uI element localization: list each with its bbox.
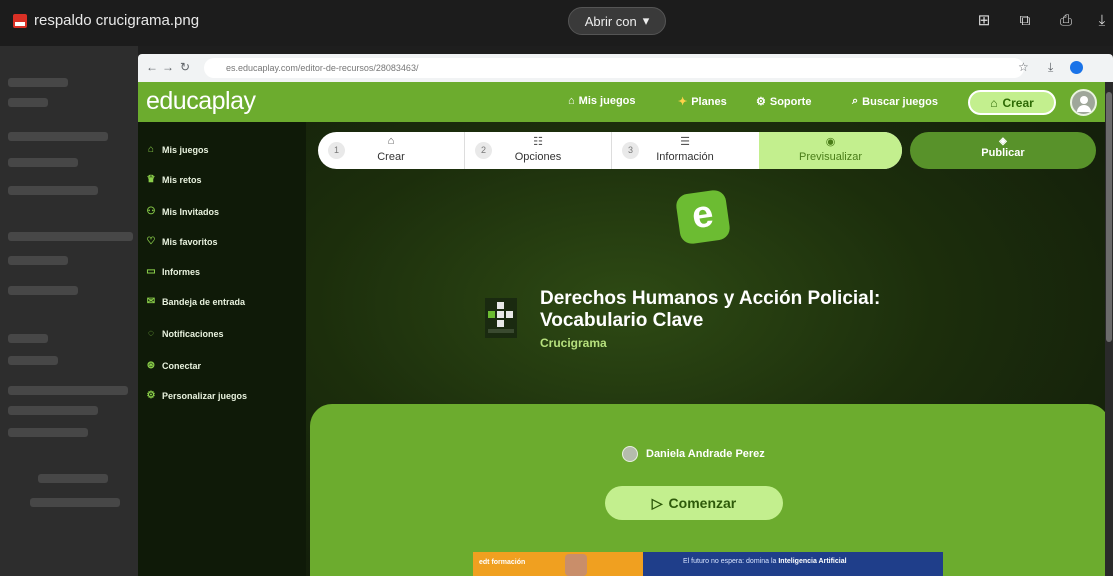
- ad-banner[interactable]: edt formación El futuro no espera: domin…: [473, 552, 943, 576]
- file-name: respaldo crucigrama.png: [34, 12, 200, 29]
- blurred-background-panel: [0, 46, 138, 576]
- back-icon[interactable]: ←: [146, 60, 158, 74]
- bell-icon: ◌: [148, 328, 154, 339]
- editor-content: ⌂ Mis juegos ♛ Mis retos ⚇ Mis Invitados…: [138, 122, 1113, 576]
- nav-label: Planes: [691, 95, 727, 108]
- heart-icon: ♡: [146, 236, 156, 247]
- step-label: Crear: [377, 151, 405, 163]
- url-input[interactable]: es.educaplay.com/editor-de-recursos/2808…: [204, 58, 1024, 78]
- author-avatar: [622, 446, 638, 462]
- step-label: Información: [656, 151, 714, 163]
- comenzar-label: Comenzar: [668, 495, 737, 511]
- sidebar-item-conectar[interactable]: ⊛ Conectar: [146, 360, 201, 371]
- step-previsualizar[interactable]: ◉ Previsualizar: [759, 132, 902, 169]
- profile-icon[interactable]: [1070, 61, 1083, 74]
- educaplay-logo[interactable]: educaplay: [146, 87, 256, 116]
- crear-button[interactable]: ⌂ Crear: [968, 90, 1056, 115]
- image-file-icon: [13, 14, 27, 28]
- address-bar: ← → ↻ es.educaplay.com/editor-de-recurso…: [138, 54, 1113, 82]
- search-icon: ⌕: [852, 95, 859, 107]
- print-icon[interactable]: ⎙: [1057, 12, 1075, 30]
- author: Daniela Andrade Perez: [622, 446, 765, 462]
- crossword-icon: [485, 298, 517, 338]
- settings-icon: ⚙: [146, 390, 156, 401]
- gamepad-icon: ⌂: [387, 135, 395, 147]
- help-icon: ⚙: [756, 96, 766, 108]
- info-list-icon: ☰: [680, 136, 690, 148]
- publish-icon: ◈: [999, 136, 1007, 147]
- editor-steps: 1 ⌂ Crear 2 ☷ Opciones 3 ☰ Información ◉…: [318, 132, 902, 169]
- ad-brand: edt formación: [479, 559, 526, 566]
- sidebar-item-mis-invitados[interactable]: ⚇ Mis Invitados: [146, 206, 220, 217]
- author-name[interactable]: Daniela Andrade Perez: [646, 448, 765, 460]
- star-icon: ✦: [678, 96, 688, 108]
- report-icon: ▭: [146, 266, 156, 277]
- reload-icon[interactable]: ↻: [180, 60, 190, 74]
- trophy-icon: ♛: [146, 174, 156, 185]
- open-with-label: Abrir con: [584, 13, 637, 29]
- comenzar-button[interactable]: ▷ Comenzar: [605, 486, 783, 520]
- game-type: Crucigrama: [540, 336, 607, 350]
- sidebar-item-label: Mis favoritos: [162, 236, 218, 247]
- step-label: Opciones: [514, 151, 562, 163]
- educaplay-e-logo: e: [674, 188, 732, 246]
- sidebar-item-label: Personalizar juegos: [162, 390, 248, 401]
- step-opciones[interactable]: 2 ☷ Opciones: [465, 132, 611, 169]
- nav-label: Buscar juegos: [862, 95, 938, 108]
- forward-icon[interactable]: →: [162, 60, 174, 74]
- scrollbar[interactable]: [1105, 82, 1113, 576]
- nav-mis-juegos[interactable]: ⌂ Mis juegos: [568, 95, 636, 107]
- inbox-icon: ✉: [146, 296, 156, 307]
- open-in-new-icon[interactable]: ⧉: [1016, 12, 1034, 30]
- crear-label: Crear: [1002, 95, 1034, 110]
- eye-icon: ◉: [825, 136, 836, 148]
- options-icon: ☷: [533, 136, 543, 148]
- user-avatar[interactable]: [1070, 89, 1097, 116]
- sidebar-item-mis-retos[interactable]: ♛ Mis retos: [146, 174, 202, 185]
- bookmark-star-icon[interactable]: ☆: [1018, 60, 1029, 74]
- users-icon: ⚇: [146, 206, 156, 217]
- nav-soporte[interactable]: ⚙ Soporte: [756, 95, 812, 109]
- play-icon: ▷: [651, 494, 663, 511]
- step-label: Previsualizar: [799, 151, 862, 163]
- sidebar-item-personalizar[interactable]: ⚙ Personalizar juegos: [146, 390, 248, 401]
- download-icon[interactable]: ⤓: [1048, 60, 1053, 75]
- sidebar-item-notificaciones[interactable]: ◌ Notificaciones: [146, 328, 224, 339]
- ad-image: [565, 554, 587, 576]
- game-title: Derechos Humanos y Acción Policial: Voca…: [540, 288, 881, 331]
- gamepad-icon: ⌂: [147, 144, 155, 155]
- step-crear[interactable]: 1 ⌂ Crear: [318, 132, 464, 169]
- sidebar-item-label: Mis juegos: [162, 144, 209, 155]
- open-with-button[interactable]: Abrir con ▾: [568, 7, 666, 35]
- ad-text: El futuro no espera: domina la Inteligen…: [683, 558, 847, 565]
- sidebar-item-informes[interactable]: ▭ Informes: [146, 266, 200, 277]
- sidebar-item-mis-juegos[interactable]: ⌂ Mis juegos: [146, 144, 209, 155]
- sidebar-item-label: Conectar: [162, 360, 202, 371]
- chevron-down-icon: ▾: [642, 13, 650, 28]
- sidebar: ⌂ Mis juegos ♛ Mis retos ⚇ Mis Invitados…: [138, 122, 306, 576]
- sidebar-item-label: Bandeja de entrada: [162, 296, 246, 307]
- add-to-drive-icon[interactable]: ⊞: [975, 12, 993, 30]
- nav-label: Mis juegos: [578, 95, 636, 107]
- gamepad-icon: ⌂: [990, 95, 998, 110]
- sidebar-item-label: Mis retos: [162, 174, 202, 185]
- link-icon: ⊛: [146, 360, 156, 371]
- sidebar-item-mis-favoritos[interactable]: ♡ Mis favoritos: [146, 236, 218, 247]
- step-informacion[interactable]: 3 ☰ Información: [612, 132, 758, 169]
- publicar-button[interactable]: ◈ Publicar: [910, 132, 1096, 169]
- gamepad-icon: ⌂: [568, 95, 575, 107]
- publicar-label: Publicar: [981, 147, 1025, 159]
- image-viewer-toolbar: respaldo crucigrama.png Abrir con ▾ ⊞ ⧉ …: [0, 0, 1113, 46]
- download-icon[interactable]: ⤓: [1093, 12, 1111, 30]
- nav-label: Soporte: [769, 95, 812, 108]
- sidebar-item-bandeja[interactable]: ✉ Bandeja de entrada: [146, 296, 245, 307]
- play-card: Daniela Andrade Perez ▷ Comenzar edt for…: [310, 404, 1110, 576]
- sidebar-item-label: Mis Invitados: [162, 206, 220, 217]
- sidebar-item-label: Informes: [162, 266, 201, 277]
- browser-window: ← → ↻ es.educaplay.com/editor-de-recurso…: [138, 46, 1113, 576]
- educaplay-header: educaplay ⌂ Mis juegos ✦ Planes ⚙ Soport…: [138, 82, 1113, 122]
- sidebar-item-label: Notificaciones: [162, 328, 224, 339]
- nav-buscar-juegos[interactable]: ⌕ Buscar juegos: [852, 95, 938, 108]
- nav-planes[interactable]: ✦ Planes: [678, 95, 727, 109]
